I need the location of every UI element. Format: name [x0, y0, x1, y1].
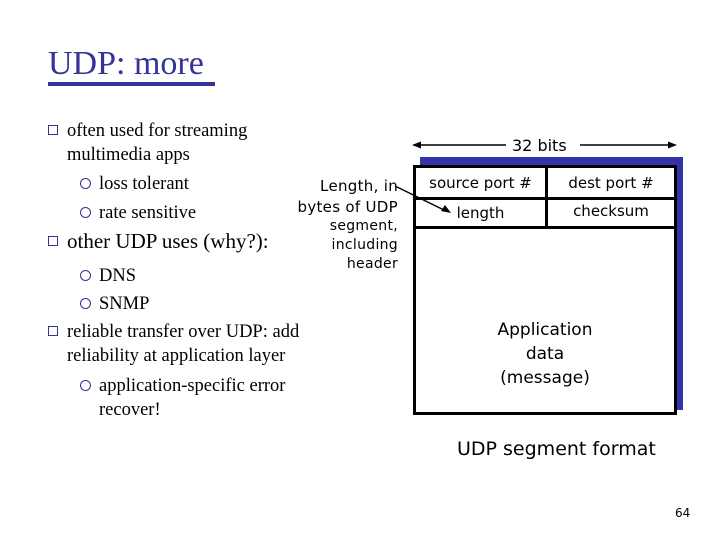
- bullet-text: reliability at application layer: [67, 346, 286, 366]
- width-label: 32 bits: [512, 136, 567, 155]
- bullet-text: other UDP uses (why?):: [67, 229, 269, 253]
- annotation-line: segment,: [329, 218, 398, 234]
- square-bullet-icon: [48, 236, 58, 246]
- payload-line: data: [525, 344, 565, 364]
- pointer-arrowhead-icon: [441, 205, 451, 213]
- bullet-text: multimedia apps: [67, 145, 190, 165]
- annotation-line: Length, in: [320, 177, 398, 195]
- annotation-line: including: [331, 237, 398, 253]
- circle-bullet-icon: [80, 270, 91, 281]
- field-checksum: checksum: [573, 202, 649, 220]
- field-dest-port: dest port #: [568, 174, 654, 192]
- payload-label: Application data (message): [416, 318, 674, 390]
- sub-bullet-text: loss tolerant: [99, 174, 189, 194]
- circle-bullet-icon: [80, 380, 91, 391]
- arrow-head-right-icon: [668, 141, 677, 149]
- title-underline: [48, 82, 215, 86]
- length-annotation: Length, in bytes of UDP segment, includi…: [298, 176, 399, 273]
- bullet-text: often used for streaming: [67, 121, 248, 141]
- bullet-text: reliable transfer over UDP: add: [67, 322, 300, 342]
- pointer-line: [394, 185, 447, 212]
- square-bullet-icon: [48, 326, 58, 336]
- circle-bullet-icon: [80, 178, 91, 189]
- sub-bullet-text: SNMP: [99, 294, 150, 314]
- row-divider-2: [416, 226, 674, 229]
- arrow-head-left-icon: [412, 141, 421, 149]
- sub-bullet-text: rate sensitive: [99, 203, 197, 223]
- circle-bullet-icon: [80, 207, 91, 218]
- slide-title: UDP: more: [48, 45, 204, 82]
- sub-bullet-text: DNS: [99, 266, 137, 286]
- payload-line: (message): [500, 368, 590, 388]
- payload-line: Application: [497, 320, 593, 340]
- sub-bullet-text: application-specific error: [99, 376, 286, 396]
- annotation-line: header: [346, 256, 398, 272]
- circle-bullet-icon: [80, 298, 91, 309]
- sub-bullet-text: recover!: [99, 400, 161, 420]
- annotation-pointer: [394, 185, 451, 213]
- square-bullet-icon: [48, 125, 58, 135]
- page-number: 64: [675, 506, 691, 520]
- diagram-caption: UDP segment format: [457, 438, 656, 460]
- annotation-line: bytes of UDP: [297, 198, 398, 216]
